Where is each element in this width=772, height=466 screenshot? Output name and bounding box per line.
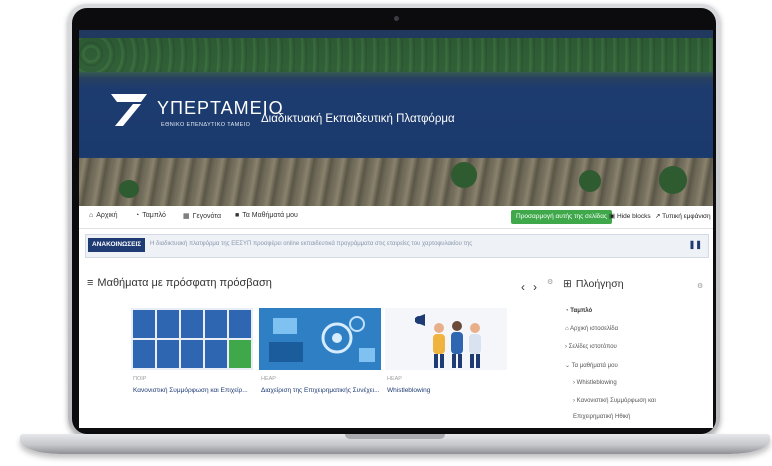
image-tile <box>157 310 179 338</box>
banner-rocks <box>79 158 713 206</box>
home-icon: ⌂ <box>89 212 94 219</box>
dashboard-icon: ◔ <box>565 308 569 314</box>
nav-tree-label: Ταμπλό <box>570 308 593 314</box>
hide-blocks-label: Hide blocks <box>616 213 651 220</box>
course-title-link[interactable]: Κανονιστική Συμμόρφωση και Επιχείρ... <box>133 387 248 394</box>
nav-events-label: Γεγονότα <box>192 212 222 220</box>
image-tile <box>229 310 251 338</box>
courses-icon: ■ <box>235 212 240 219</box>
nav-tree-item[interactable]: ⌄ Τα μαθήματά μου <box>565 362 618 369</box>
course-title-link[interactable]: Whistleblowing <box>387 387 430 394</box>
nav-home[interactable]: ⌂ Αρχική <box>89 212 118 219</box>
image-tile <box>133 310 155 338</box>
banner-bush <box>579 170 601 192</box>
nav-tree-item[interactable]: ◔ Ταμπλό <box>565 308 592 314</box>
sitemap-icon: ⊞ <box>563 278 572 290</box>
nav-tree-label: Σελίδες ιστοτόπου <box>568 344 617 350</box>
laptop-notch <box>345 434 445 439</box>
nav-dashboard-label: Ταμπλό <box>142 212 166 219</box>
course-category: ΗΕΑΡ <box>387 376 402 382</box>
course-title-link[interactable]: Διαχείριση της Επιχειρηματικής Συνέχει..… <box>261 387 380 394</box>
banner-bush <box>119 180 139 198</box>
banner-bush <box>659 166 687 194</box>
laptop-frame: ΥΠΕΡΤΑΜΕΙΟ ΕΘΝΙΚΟ ΕΠΕΝΔΥΤΙΚΟ ΤΑΜΕΙΟ Διαδ… <box>0 0 772 466</box>
nav-tree-label: Αρχική ιστοσελίδα <box>569 326 619 332</box>
main-nav: ⌂ Αρχική ◔ Ταμπλό ▦ Γεγονότα ■ Τα Μαθήμα… <box>79 206 713 229</box>
chevron-down-icon: ⌄ <box>565 363 571 369</box>
brand-subtitle: ΕΘΝΙΚΟ ΕΠΕΝΔΥΤΙΚΟ ΤΑΜΕΙΟ <box>161 122 251 128</box>
announcements-badge[interactable]: ΑΝΑΚΟΙΝΩΣΕΙΣ <box>88 238 146 252</box>
resize-icon: ↗ <box>655 213 661 220</box>
nav-my-courses[interactable]: ■ Τα Μαθήματά μου <box>235 212 298 219</box>
nav-tree-item[interactable]: › Σελίδες ιστοτόπου <box>565 344 617 350</box>
chevron-right-icon: › <box>573 398 575 404</box>
platform-title: Διαδικτυακή Εκπαιδευτική Πλατφόρμα <box>261 113 455 125</box>
course-category: ΠΟΙΡ <box>133 376 147 382</box>
camera-icon <box>394 16 399 21</box>
nav-tree-item[interactable]: › Whistleblowing <box>573 380 617 386</box>
screen: ΥΠΕΡΤΑΜΕΙΟ ΕΘΝΙΚΟ ΕΠΕΝΔΥΤΙΚΟ ΤΑΜΕΙΟ Διαδ… <box>79 30 713 428</box>
top-strip <box>79 30 713 38</box>
banner-bush <box>451 162 477 188</box>
hide-blocks-icon: ▣ <box>609 213 616 220</box>
nav-tree-item[interactable]: Επιχειρηματική Ηθική <box>573 414 630 420</box>
dashboard-icon: ◔ <box>135 212 140 219</box>
nav-tree-item[interactable]: › Κανονιστική Συμμόρφωση και <box>573 398 656 404</box>
chevron-right-icon: › <box>565 344 567 350</box>
chevron-right-icon[interactable]: › <box>533 280 545 294</box>
announcements-bar: ΑΝΑΚΟΙΝΩΣΕΙΣ Η διαδικτυακή πλατφόρμα της… <box>85 234 709 258</box>
image-tile <box>205 340 227 368</box>
course-image-whistleblowing[interactable] <box>385 308 507 370</box>
hide-blocks-button[interactable]: ▣ Hide blocks <box>609 212 651 220</box>
nav-tree-label: Τα μαθήματά μου <box>571 363 618 369</box>
image-tile <box>205 310 227 338</box>
chevron-right-icon: › <box>573 380 575 386</box>
pause-icon[interactable]: ❚❚ <box>689 240 702 249</box>
nav-my-courses-label: Τα Μαθήματά μου <box>242 212 298 219</box>
navigation-block: ⊞ Πλοήγηση ⚙ ◔ Ταμπλό ⌂ Αρχική ιστοσελίδ… <box>557 270 707 428</box>
gear-icon[interactable]: ⚙ <box>547 278 553 286</box>
carousel-arrows: ‹› <box>521 280 545 294</box>
nav-tree-item[interactable]: ⌂ Αρχική ιστοσελίδα <box>565 326 618 332</box>
customize-page-button[interactable]: Προσαρμογή αυτής της σελίδας <box>511 210 613 224</box>
chevron-left-icon[interactable]: ‹ <box>521 280 533 294</box>
image-tile <box>133 340 155 368</box>
banner-trees <box>79 38 713 72</box>
navigation-title: Πλοήγηση <box>575 278 624 290</box>
standard-view-button[interactable]: ↗ Τυπική εμφάνιση <box>655 212 711 220</box>
nav-tree-label: Whistleblowing <box>576 380 617 386</box>
hradf-logo-icon[interactable] <box>107 92 149 128</box>
recent-courses-title: Μαθήματα με πρόσφατη πρόσβαση <box>97 277 272 289</box>
announcements-text[interactable]: Η διαδικτυακή πλατφόρμα της ΕΕΣΥΠ προσφέ… <box>150 241 472 247</box>
recent-courses-heading: ≡ Μαθήματα με πρόσφατη πρόσβαση <box>87 277 272 289</box>
image-tile <box>181 340 203 368</box>
nav-dashboard[interactable]: ◔ Ταμπλό <box>135 212 166 219</box>
standard-view-label: Τυπική εμφάνιση <box>662 213 711 220</box>
image-tile <box>181 310 203 338</box>
home-icon: ⌂ <box>565 326 569 332</box>
nav-home-label: Αρχική <box>96 212 118 219</box>
image-tile <box>229 340 251 368</box>
list-icon: ≡ <box>87 277 94 289</box>
navigation-heading: ⊞ Πλοήγηση <box>563 278 624 290</box>
nav-tree-label: Κανονιστική Συμμόρφωση και <box>576 398 656 404</box>
calendar-icon: ▦ <box>183 213 190 220</box>
course-image-compliance[interactable] <box>131 308 253 370</box>
gear-icon[interactable]: ⚙ <box>697 282 703 290</box>
nav-tree-label: Επιχειρηματική Ηθική <box>573 414 631 420</box>
nav-events[interactable]: ▦ Γεγονότα <box>183 212 222 221</box>
image-tile <box>157 340 179 368</box>
course-category: ΗΕΑΡ <box>261 376 276 382</box>
course-image-continuity[interactable] <box>259 308 381 370</box>
